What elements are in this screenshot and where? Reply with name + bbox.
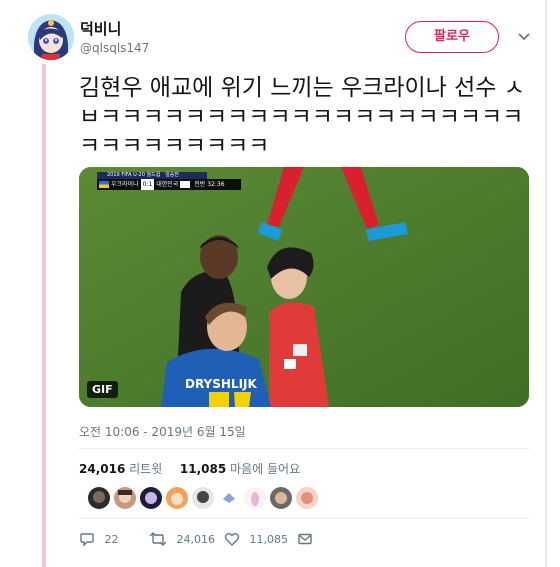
liker-avatar[interactable] [114,487,136,509]
display-name[interactable]: 덕비니 [80,20,149,38]
jersey-name: DRYSHLIJK [185,377,257,391]
tweet-timestamp[interactable]: 오전 10:06 - 2019년 6월 15일 [79,423,246,440]
avatar[interactable] [28,14,74,60]
reply-icon [80,533,94,547]
like-action[interactable]: 11,085 [224,531,288,549]
heart-icon [224,533,240,546]
tweet-text: 김현우 애교에 위기 느끼는 우크라이나 선수 ㅅㅂㅋㅋㅋㅋㅋㅋㅋㅋㅋㅋㅋㅋㅋㅋ… [79,75,525,159]
user-block: 덕비니 @qlsqls147 [80,20,149,56]
media-frame [79,167,529,407]
user-handle[interactable]: @qlsqls147 [80,40,149,56]
retweet-label[interactable]: 리트윗 [129,462,162,476]
liker-avatar[interactable] [192,487,214,509]
match-scoreboard: 2019 FIFA U-20 월드컵 일승전 우크라이나 0:1 대한민국 전반 3… [97,172,241,190]
chevron-down-icon[interactable] [518,32,530,42]
liker-avatar[interactable] [140,487,162,509]
ukraine-flag-icon [99,181,109,188]
scoreboard-goal: 일승전 [165,172,179,178]
tweet-stats: 24,016 리트윗 11,085 마음에 들어요 [79,460,300,477]
divider [79,448,529,449]
scoreboard-event: 2019 FIFA U-20 월드컵 [107,172,161,178]
tweet-header: 덕비니 @qlsqls147 팔로우 [28,14,538,64]
korea-flag-icon [180,181,191,188]
liker-avatar[interactable] [296,487,318,509]
like-label[interactable]: 마음에 들어요 [230,462,300,476]
liker-avatar[interactable] [166,487,188,509]
like-count[interactable]: 11,085 [180,462,226,476]
message-action[interactable] [297,531,313,549]
like-action-count: 11,085 [249,532,289,546]
match-clock: 전반 32:36 [194,181,225,188]
retweet-count[interactable]: 24,016 [79,462,125,476]
tweet-media[interactable]: 2019 FIFA U-20 월드컵 일승전 우크라이나 0:1 대한민국 전반 3… [79,167,529,407]
retweet-action[interactable]: 24,016 [149,531,215,549]
envelope-icon [298,533,312,545]
liker-avatar[interactable] [244,487,266,509]
retweet-action-count: 24,016 [176,532,216,546]
scrollbar-track [545,0,547,567]
follow-button[interactable]: 팔로우 [405,21,499,53]
reply-count: 22 [104,532,119,546]
team-left: 우크라이나 [111,181,139,188]
liker-avatar[interactable] [270,487,292,509]
thread-rail [42,64,46,567]
gif-badge: GIF [87,381,118,398]
team-right: 대한민국 [156,181,179,188]
score: 0:1 [140,179,155,190]
scoreboard-title: 2019 FIFA U-20 월드컵 일승전 [97,172,207,179]
retweet-icon [149,532,167,546]
divider [79,518,529,519]
liker-avatar[interactable] [218,487,240,509]
liker-avatar[interactable] [88,487,110,509]
reply-action[interactable]: 22 [79,531,119,549]
scoreboard-score-row: 우크라이나 0:1 대한민국 전반 32:36 [97,179,241,190]
